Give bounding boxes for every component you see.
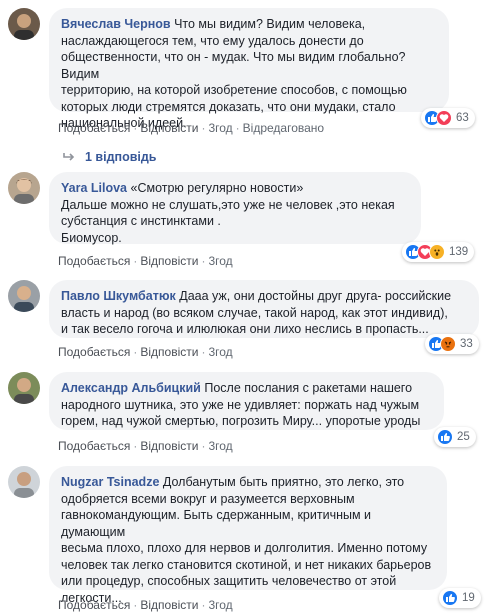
reaction-count: 139 [449, 246, 469, 258]
reaction-count: 63 [456, 112, 469, 124]
comment-time[interactable]: 3год [208, 345, 232, 359]
reply-arrow-icon [63, 153, 75, 161]
like-link[interactable]: Подобається [58, 121, 130, 135]
like-link[interactable]: Подобається [58, 345, 130, 359]
comment-bubble: Вячеслав Чернов Что мы видим? Видим чело… [49, 8, 449, 130]
avatar[interactable] [8, 372, 40, 404]
comment-bubble: Yara Lilova «Смотрю регулярно новости» Д… [49, 172, 421, 245]
comment-text: Долбанутым быть приятно, это легко, это … [61, 475, 432, 605]
reactions-summary[interactable]: 139 [402, 242, 475, 262]
comment-time[interactable]: 3год [208, 254, 232, 268]
comment-bubble: Александр Альбицкий После послания с рак… [49, 372, 444, 430]
like-reaction-icon [442, 590, 458, 606]
comment-bubble: Павло Шкумбатюк Дааа уж, они достойны др… [49, 280, 479, 338]
comment-author[interactable]: Nugzar Tsinadze [61, 475, 159, 489]
reply-link[interactable]: Відповісти [140, 345, 198, 359]
reaction-count: 25 [457, 431, 470, 443]
comment-author[interactable]: Александр Альбицкий [61, 381, 201, 395]
reaction-count: 19 [462, 592, 475, 604]
comment-actions: Подобається · Відповісти · 3год [58, 439, 233, 453]
comment-time[interactable]: 3год [208, 121, 232, 135]
comment-text: Что мы видим? Видим человека, наслаждающ… [61, 17, 407, 130]
reactions-summary[interactable]: 19 [439, 588, 481, 608]
comment-author[interactable]: Вячеслав Чернов [61, 17, 171, 31]
comment-bubble: Nugzar Tsinadze Долбанутым быть приятно,… [49, 466, 447, 605]
reply-link[interactable]: Відповісти [140, 598, 198, 612]
avatar[interactable] [8, 8, 40, 40]
reactions-summary[interactable]: 63 [421, 108, 475, 128]
comment-actions: Подобається · Відповісти · 3год [58, 345, 233, 359]
reply-link[interactable]: Відповісти [140, 439, 198, 453]
reactions-summary[interactable]: 25 [434, 427, 476, 447]
like-link[interactable]: Подобається [58, 439, 130, 453]
wow-reaction-icon [429, 244, 445, 260]
comment-time[interactable]: 3год [208, 598, 232, 612]
view-replies-link[interactable]: 1 відповідь [62, 150, 156, 164]
like-link[interactable]: Подобається [58, 254, 130, 268]
reply-link[interactable]: Відповісти [140, 254, 198, 268]
comment-time[interactable]: 3год [208, 439, 232, 453]
comment-actions: Подобається · Відповісти · 3год [58, 598, 233, 612]
comment-actions: Подобається · Відповісти · 3год · Відредагован… [58, 121, 325, 135]
reaction-count: 33 [460, 338, 473, 350]
reactions-summary[interactable]: 33 [425, 334, 479, 354]
like-reaction-icon [437, 429, 453, 445]
replies-count-label: 1 відповідь [85, 150, 157, 164]
edited-label[interactable]: Відредаговано [243, 121, 324, 135]
reply-link[interactable]: Відповісти [140, 121, 198, 135]
avatar[interactable] [8, 172, 40, 204]
love-reaction-icon [436, 110, 452, 126]
avatar[interactable] [8, 466, 40, 498]
angry-reaction-icon [440, 336, 456, 352]
avatar[interactable] [8, 280, 40, 312]
like-link[interactable]: Подобається [58, 598, 130, 612]
comment-actions: Подобається · Відповісти · 3год [58, 254, 233, 268]
comment-author[interactable]: Павло Шкумбатюк [61, 289, 176, 303]
comment-author[interactable]: Yara Lilova [61, 181, 127, 195]
